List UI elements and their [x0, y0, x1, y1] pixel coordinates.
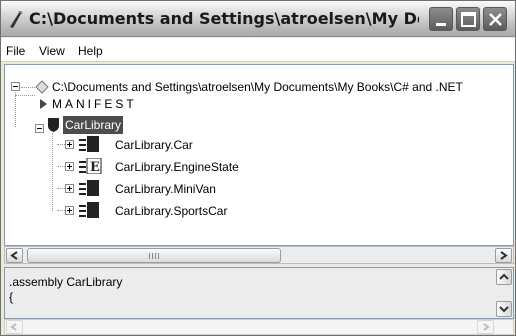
class-icon — [79, 180, 105, 199]
expand-enginestate-toggle[interactable] — [65, 162, 74, 171]
tree-type-enginestate[interactable]: CarLibrary.EngineState — [115, 158, 239, 176]
scroll-left-button[interactable] — [6, 248, 23, 263]
svg-text:E: E — [90, 160, 100, 174]
arrow-left-icon — [10, 323, 17, 331]
arrow-right-icon — [483, 323, 490, 331]
namespace-collapse-toggle[interactable] — [35, 124, 44, 133]
menu-help[interactable]: Help — [78, 43, 103, 59]
tree-type-sportscar[interactable]: CarLibrary.SportsCar — [115, 202, 227, 220]
class-icon — [79, 136, 105, 155]
arrow-right-icon — [500, 251, 508, 260]
scroll-down-button[interactable] — [496, 301, 512, 317]
expand-sportscar-toggle[interactable] — [65, 206, 74, 215]
grip-icon — [149, 253, 159, 259]
tree-manifest[interactable]: MANIFEST — [52, 95, 137, 113]
close-icon — [489, 13, 502, 26]
scroll-right-button-disabled[interactable] — [477, 320, 494, 334]
menu-bar: File View Help — [1, 38, 515, 62]
ildasm-window: C:\Documents and Settings\atroelsen\My D… — [0, 0, 516, 336]
minimize-button[interactable] — [429, 7, 453, 31]
root-collapse-toggle[interactable] — [11, 82, 20, 91]
scroll-left-button-disabled[interactable] — [6, 320, 23, 334]
tree-root-path[interactable]: C:\Documents and Settings\atroelsen\My D… — [52, 78, 463, 96]
enum-icon: E — [79, 157, 105, 177]
tree-connector — [21, 87, 35, 88]
tree-connector — [15, 95, 35, 96]
expand-minivan-toggle[interactable] — [65, 184, 74, 193]
code-line-1: .assembly CarLibrary — [9, 275, 123, 289]
tree-view[interactable]: C:\Documents and Settings\atroelsen\My D… — [4, 64, 514, 246]
arrow-down-icon — [499, 306, 509, 313]
il-text-pane[interactable]: .assembly CarLibrary { — [4, 267, 514, 319]
menu-view[interactable]: View — [39, 43, 65, 59]
title-bar[interactable]: C:\Documents and Settings\atroelsen\My D… — [1, 1, 515, 37]
class-icon — [79, 202, 105, 221]
code-line-2: { — [9, 290, 14, 304]
maximize-icon — [461, 12, 476, 27]
scroll-up-button[interactable] — [496, 269, 512, 285]
scroll-thumb[interactable] — [27, 248, 281, 263]
expand-car-toggle[interactable] — [65, 140, 74, 149]
arrow-up-icon — [499, 273, 509, 280]
app-icon — [7, 9, 25, 29]
namespace-shield-icon — [47, 117, 60, 136]
close-button[interactable] — [483, 7, 507, 31]
text-horizontal-scrollbar[interactable] — [4, 319, 514, 335]
assembly-diamond-icon — [35, 80, 49, 97]
tree-type-car[interactable]: CarLibrary.Car — [115, 136, 193, 154]
menu-file[interactable]: File — [6, 43, 25, 59]
text-vertical-scrollbar[interactable] — [495, 268, 513, 318]
scroll-right-button[interactable] — [495, 248, 512, 263]
manifest-arrow-icon — [39, 98, 49, 113]
tree-type-minivan[interactable]: CarLibrary.MiniVan — [115, 180, 216, 198]
tree-horizontal-scrollbar[interactable] — [4, 246, 514, 264]
arrow-left-icon — [10, 251, 18, 260]
window-title: C:\Documents and Settings\atroelsen\My D… — [29, 9, 419, 28]
minimize-icon — [436, 23, 446, 26]
tree-connector — [52, 133, 53, 211]
tree-namespace-carlibrary[interactable]: CarLibrary — [63, 116, 124, 134]
maximize-button[interactable] — [456, 7, 480, 31]
